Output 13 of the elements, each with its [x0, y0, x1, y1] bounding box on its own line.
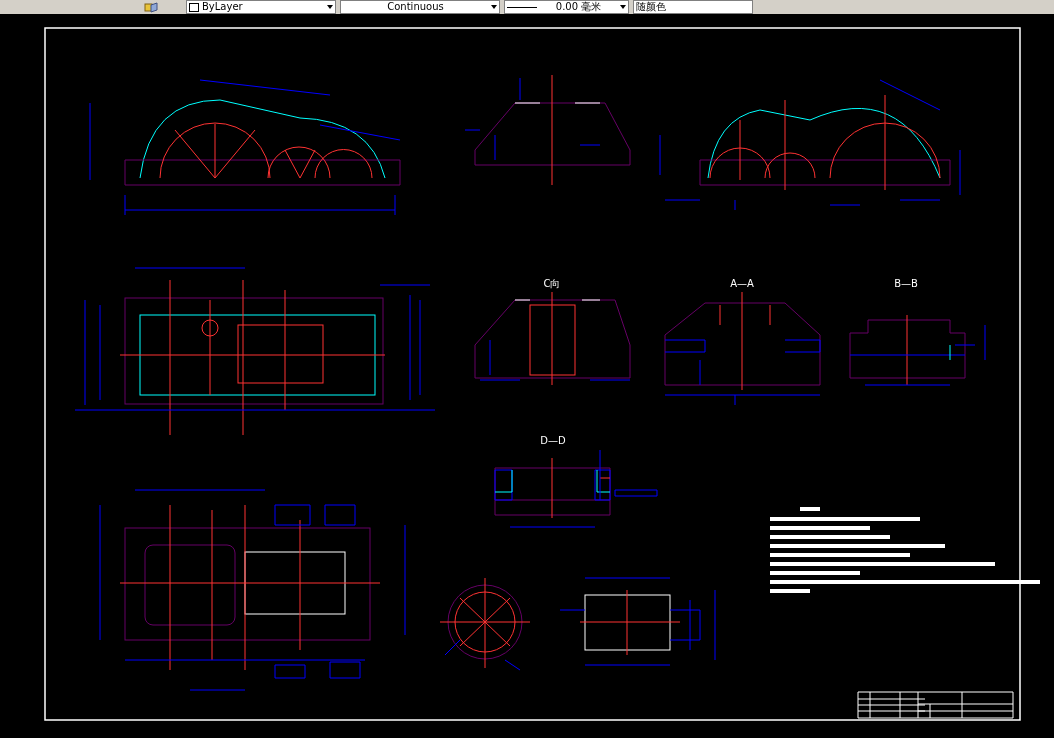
linetype-dropdown[interactable]: Continuous [340, 0, 500, 14]
view-label: A—A [730, 278, 754, 289]
caret-icon [491, 5, 497, 9]
caret-icon [327, 5, 333, 9]
color-dropdown[interactable]: ByLayer [186, 0, 336, 14]
plotstyle-dropdown[interactable]: 随颜色 [633, 0, 753, 14]
color-swatch-icon [189, 2, 199, 12]
lineweight-dropdown[interactable]: 0.00 毫米 [504, 0, 629, 14]
view-label: D—D [540, 435, 566, 446]
line-sample-icon [507, 6, 537, 8]
view-label: C向 [543, 278, 561, 289]
view-label: B—B [894, 278, 918, 289]
caret-icon [620, 5, 626, 9]
